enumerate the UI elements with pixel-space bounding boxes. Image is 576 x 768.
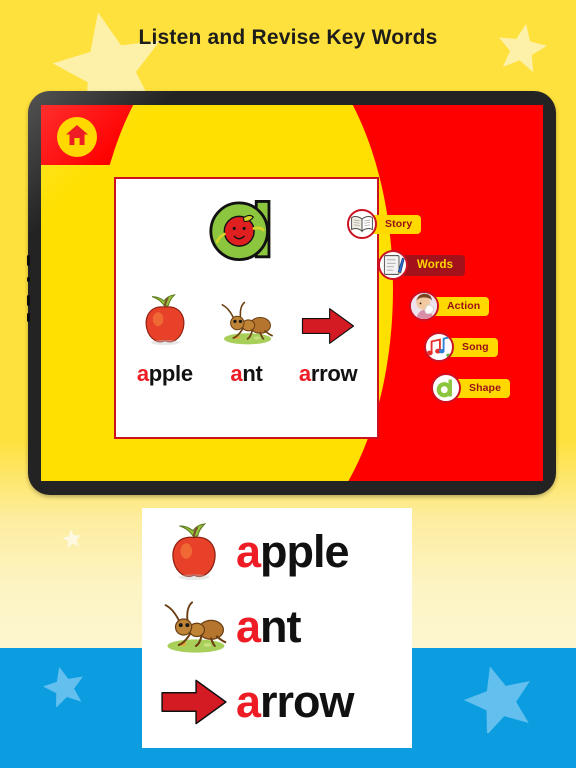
key-word-first-letter: a: [236, 525, 261, 577]
word-label: ant: [230, 361, 262, 387]
open-book-icon: [347, 209, 377, 239]
side-menu: Story Words Action Song Shape: [347, 209, 543, 441]
word-first-letter: a: [136, 361, 149, 386]
key-words-card: apple ant arrow: [142, 508, 412, 748]
ant-image: [156, 599, 232, 655]
tablet-side-button[interactable]: [27, 277, 30, 282]
apple-image: [156, 521, 232, 583]
menu-item-shape[interactable]: Shape: [431, 373, 511, 403]
menu-item-label: Words: [401, 254, 466, 276]
child-action-icon: [409, 291, 439, 321]
ant-image: [216, 289, 276, 347]
key-word-rest: nt: [260, 600, 301, 652]
star-icon: [463, 663, 535, 733]
word-list: apple ant arrow: [124, 289, 369, 387]
menu-item-label: Shape: [454, 378, 511, 398]
home-button[interactable]: [57, 117, 97, 157]
letter-a-apple-icon: [208, 200, 270, 262]
letter-a-icon: [431, 373, 461, 403]
menu-item-action[interactable]: Action: [409, 291, 490, 321]
tablet-side-button[interactable]: [27, 313, 30, 322]
arrow-image: [156, 676, 232, 728]
menu-item-label: Song: [447, 337, 498, 357]
key-word-row[interactable]: apple: [142, 518, 412, 586]
word-rest: nt: [242, 361, 263, 386]
key-word-label: apple: [236, 525, 350, 577]
menu-item-label: Story: [370, 214, 422, 234]
menu-item-label: Action: [432, 296, 490, 316]
key-word-label: arrow: [236, 676, 355, 728]
tablet-side-button[interactable]: [27, 295, 30, 306]
notepad-pen-icon: [378, 250, 408, 280]
word-item[interactable]: ant: [206, 289, 286, 387]
key-word-rest: pple: [260, 525, 350, 577]
hero-letter: [116, 191, 377, 263]
key-word-row[interactable]: ant: [142, 593, 412, 661]
tablet-screen: apple ant arrow Story Words Action Song …: [41, 105, 543, 481]
menu-item-story[interactable]: Story: [347, 209, 422, 239]
apple-image: [139, 289, 191, 347]
menu-item-song[interactable]: Song: [424, 332, 498, 362]
word-first-letter: a: [230, 361, 243, 386]
key-word-first-letter: a: [236, 600, 261, 652]
star-icon: [62, 529, 82, 548]
home-icon: [65, 124, 89, 151]
key-word-rest: rrow: [260, 676, 355, 728]
word-rest: pple: [148, 361, 193, 386]
word-first-letter: a: [298, 361, 311, 386]
word-card: apple ant arrow: [114, 177, 379, 439]
music-notes-icon: [424, 332, 454, 362]
tablet-device: apple ant arrow Story Words Action Song …: [27, 91, 556, 495]
word-label: apple: [137, 361, 193, 387]
key-word-first-letter: a: [236, 676, 261, 728]
word-item[interactable]: apple: [125, 289, 205, 387]
key-word-label: ant: [236, 600, 302, 652]
tablet-side-button[interactable]: [27, 255, 30, 266]
page-title: Listen and Revise Key Words: [138, 26, 438, 49]
app-root: Listen and Revise Key Words apple ant ar…: [0, 0, 576, 768]
key-word-row[interactable]: arrow: [142, 668, 412, 736]
menu-item-words[interactable]: Words: [378, 250, 466, 280]
star-icon: [42, 665, 86, 707]
